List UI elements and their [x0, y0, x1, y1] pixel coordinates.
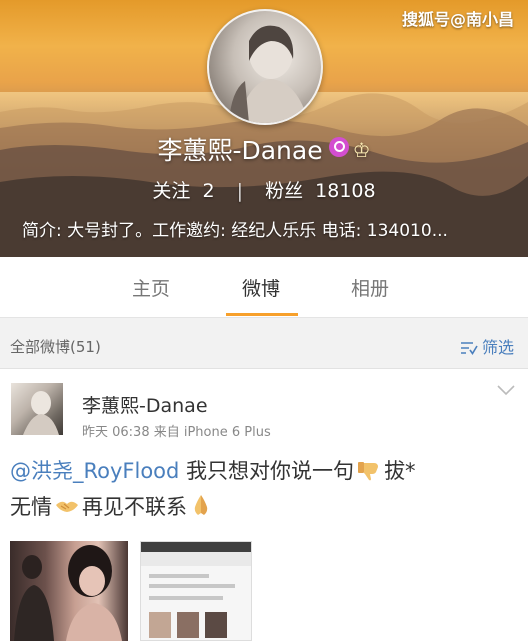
verified-badge-icon	[328, 137, 349, 157]
followers-stat[interactable]: 粉丝 18108	[265, 180, 376, 202]
filter-label: 筛选	[481, 338, 514, 357]
screenshot-thumb	[177, 612, 199, 638]
tab-home[interactable]: 主页	[132, 274, 170, 301]
screenshot-thumb	[149, 612, 171, 638]
follow-stats: 关注 2 | 粉丝 18108	[0, 176, 528, 203]
following-count: 2	[202, 180, 215, 202]
filter-button[interactable]: 筛选	[460, 334, 514, 358]
post-text-part4: 再见不联系	[82, 495, 187, 519]
profile-cover: 搜狐号@南小昌 李蕙熙-Danae ♔ 关注 2 | 粉丝 18108 简介: 大…	[0, 0, 528, 257]
active-tab-indicator	[226, 313, 298, 316]
tab-album[interactable]: 相册	[351, 274, 389, 301]
post-image-1[interactable]	[10, 541, 128, 641]
post-text: @洪尧_RoyFlood 我只想对你说一句 拔* 无情 再见不联系	[10, 453, 515, 525]
screenshot-line	[149, 584, 235, 588]
profile-name-row: 李蕙熙-Danae ♔	[0, 131, 528, 167]
crown-icon: ♔	[352, 138, 371, 162]
stats-divider: |	[236, 180, 244, 202]
post-image-2[interactable]	[140, 541, 252, 641]
chevron-down-icon[interactable]	[496, 383, 516, 397]
praying-hands-icon	[194, 495, 208, 515]
post-avatar-photo	[23, 391, 59, 435]
filter-icon	[460, 342, 478, 355]
screenshot-line	[149, 596, 223, 600]
handshake-icon	[56, 501, 78, 512]
thumbs-down-icon	[358, 462, 379, 481]
post-text-part2: 拔*	[384, 459, 416, 483]
screenshot-status-bar	[141, 542, 251, 552]
watermark: 搜狐号@南小昌	[401, 10, 514, 29]
profile-bio: 简介: 大号封了。工作邀约: 经纪人乐乐 电话: 134010...	[22, 221, 448, 241]
post-mention-link[interactable]: @洪尧_RoyFlood	[10, 459, 179, 483]
all-posts-count: 全部微博(51)	[10, 338, 101, 356]
followers-count: 18108	[315, 180, 376, 202]
post-meta: 昨天 06:38 来自 iPhone 6 Plus	[82, 425, 271, 440]
post-text-part1: 我只想对你说一句	[179, 459, 355, 483]
screenshot-thumb	[205, 612, 227, 638]
following-stat[interactable]: 关注 2	[152, 180, 214, 202]
filter-bar: 全部微博(51) 筛选	[0, 318, 528, 368]
profile-name: 李蕙熙-Danae	[157, 136, 323, 165]
post-image-1-art	[14, 545, 122, 641]
followers-label: 粉丝	[265, 180, 304, 202]
screenshot-header	[141, 552, 251, 566]
profile-tabs: 主页 微博 相册	[0, 257, 528, 318]
screenshot-line	[149, 574, 209, 578]
post-author-name[interactable]: 李蕙熙-Danae	[82, 391, 208, 418]
profile-avatar[interactable]	[207, 9, 323, 125]
post-text-part3: 无情	[10, 495, 52, 519]
post-card: 李蕙熙-Danae 昨天 06:38 来自 iPhone 6 Plus @洪尧_…	[0, 368, 528, 641]
post-author-avatar[interactable]	[11, 383, 63, 435]
tab-weibo[interactable]: 微博	[242, 274, 280, 301]
avatar-photo	[229, 25, 309, 123]
following-label: 关注	[152, 180, 191, 202]
